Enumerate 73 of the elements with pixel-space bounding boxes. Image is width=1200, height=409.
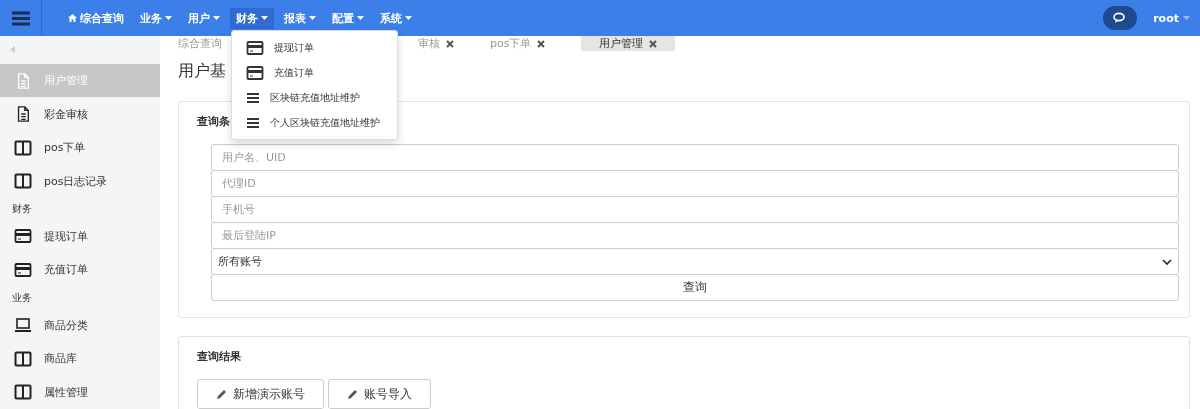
credit-card-icon <box>14 228 32 245</box>
input-field[interactable]: 手机号 <box>211 196 1179 223</box>
page-tab[interactable]: 用户管理 <box>581 36 676 51</box>
nav-menu[interactable]: 配置 <box>326 7 370 29</box>
dropdown-item[interactable]: 个人区块链充值地址维护 <box>232 110 397 135</box>
pencil-icon <box>216 388 227 400</box>
nav-menu[interactable]: 用户 <box>182 7 226 29</box>
card-title: 查询条 <box>197 114 230 129</box>
caret-icon <box>213 16 220 20</box>
tab-label: pos下单 <box>490 36 532 51</box>
dropdown-item[interactable]: 区块链充值地址维护 <box>232 85 397 110</box>
dropdown-item[interactable]: 充值订单 <box>232 60 397 85</box>
sidebar-section-label: 财务 <box>11 201 33 216</box>
sidebar-item-label: 彩金审核 <box>44 106 88 122</box>
caret-icon <box>357 16 364 20</box>
caret-icon <box>309 16 316 20</box>
sidebar-item-label: 商品分类 <box>44 317 88 333</box>
sidebar-item-label: pos下单 <box>44 140 86 156</box>
columns-icon <box>14 384 32 401</box>
columns-icon <box>14 139 32 156</box>
close-icon[interactable] <box>446 39 454 48</box>
page-title: 用户基 <box>178 61 226 82</box>
nav-menu[interactable]: 业务 <box>134 7 178 29</box>
sidebar-section-label: 业务 <box>11 290 33 305</box>
menu-icon[interactable] <box>11 10 30 26</box>
columns-icon <box>14 173 32 190</box>
chat-button[interactable] <box>1103 6 1138 30</box>
sidebar-item-label: 充值订单 <box>44 262 88 278</box>
tab-label: 审核 <box>418 36 440 51</box>
caret-icon <box>261 16 268 20</box>
credit-card-icon <box>14 261 32 278</box>
nav-menu[interactable]: 财务 <box>230 7 274 29</box>
home-icon <box>68 14 77 22</box>
caret-icon <box>405 16 412 20</box>
sidebar-item[interactable]: 商品库 <box>0 341 160 376</box>
user-menu[interactable]: root <box>1147 10 1196 26</box>
pencil-icon <box>347 388 358 400</box>
sidebar-item-label: 属性管理 <box>44 384 88 400</box>
input-field[interactable]: 代理ID <box>211 170 1179 197</box>
sidebar-item[interactable]: pos日志记录 <box>0 164 160 198</box>
sidebar-item-label: 提现订单 <box>44 228 88 244</box>
close-icon[interactable] <box>537 39 546 48</box>
sidebar-item[interactable]: 提现订单 <box>0 219 160 254</box>
caret-icon <box>165 16 172 20</box>
tab-label: 综合查询 <box>178 36 222 51</box>
card-title: 查询结果 <box>197 349 241 364</box>
close-icon[interactable] <box>649 39 658 48</box>
menu-icon <box>246 91 260 104</box>
sidebar-item[interactable]: 彩金审核 <box>0 97 160 131</box>
sidebar-item[interactable]: 充值订单 <box>0 253 160 287</box>
query-button[interactable]: 查询 <box>211 274 1179 301</box>
dropdown-item[interactable]: 提现订单 <box>232 35 397 60</box>
columns-icon <box>14 350 32 367</box>
tab-label: 用户管理 <box>599 36 644 51</box>
chevron-down-icon <box>1162 258 1172 265</box>
sidebar-item[interactable]: 商品分类 <box>0 308 160 342</box>
chat-icon <box>1113 12 1128 24</box>
action-button[interactable]: 新增演示账号 <box>197 379 324 409</box>
laptop-icon <box>14 317 32 334</box>
nav-menu[interactable]: 系统 <box>374 7 418 29</box>
action-button[interactable]: 账号导入 <box>328 379 431 409</box>
credit-card-icon <box>246 64 264 81</box>
sidebar-item[interactable]: pos下单 <box>0 130 160 165</box>
sidebar-item-label: 商品库 <box>44 351 77 367</box>
menu-icon <box>246 116 260 129</box>
sidebar-item-label: pos日志记录 <box>44 173 108 189</box>
caret-icon <box>1183 16 1190 20</box>
input-field[interactable]: 用户名、UID <box>211 144 1179 171</box>
nav-menu[interactable]: 综合查询 <box>62 7 130 29</box>
input-field[interactable]: 最后登陆IP <box>211 222 1179 249</box>
credit-card-icon <box>246 39 264 56</box>
nav-menu[interactable]: 报表 <box>278 7 322 29</box>
sidebar-item[interactable]: 属性管理 <box>0 375 160 409</box>
